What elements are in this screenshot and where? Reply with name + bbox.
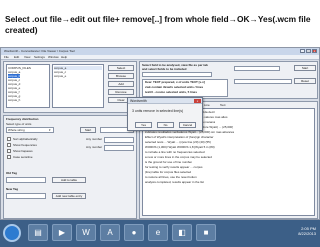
- dialog-title: Wordsmith: [130, 99, 147, 103]
- cancel-button[interactable]: Cancel: [179, 122, 196, 128]
- unit-type-label: Select type of units: [6, 122, 32, 126]
- menu-help[interactable]: Help: [61, 55, 67, 59]
- new-tag-label: New Tag: [6, 187, 19, 191]
- ie-glyph-icon: e: [155, 228, 161, 237]
- ie-icon[interactable]: e: [148, 224, 168, 241]
- unit-type-value: Whole string: [8, 128, 25, 132]
- field-input[interactable]: [142, 72, 212, 77]
- file-list[interactable]: corpus_a corpus_c corpus_e: [52, 64, 104, 108]
- reset-button[interactable]: Reset: [294, 78, 316, 84]
- file-tree[interactable]: CORPUS_FILES corpus_a corpus_b corpus_c …: [6, 64, 50, 108]
- caption-line-1: Select .out file→edit out file+ remove[.…: [5, 14, 311, 24]
- frequency-heading: Frequency distribution: [6, 117, 39, 121]
- remove-button[interactable]: Remove: [108, 89, 134, 95]
- menu-settings[interactable]: Settings: [34, 55, 45, 59]
- chevron-down-icon: ▾: [49, 128, 51, 132]
- confirm-dialog: Wordsmith x 3 units remove in selected l…: [127, 97, 203, 131]
- start-button[interactable]: [3, 224, 21, 242]
- old-tag-label: Old Tag: [6, 171, 17, 175]
- browse-button[interactable]: Browse: [108, 73, 134, 79]
- yes-button[interactable]: Yes: [135, 122, 152, 128]
- folder-glyph-icon: ▤: [34, 228, 42, 237]
- window-titlebar: Wordsmith - Concordancer: File Viewer / …: [1, 48, 319, 55]
- add-to-table-button[interactable]: Add to table: [52, 177, 86, 183]
- maximize-button[interactable]: □: [306, 49, 311, 53]
- caption-line-2: created): [5, 25, 38, 35]
- media-glyph-icon: ▶: [58, 228, 66, 237]
- add-table-entry-button[interactable]: Add new table entry: [52, 193, 86, 199]
- explorer-icon[interactable]: ◧: [172, 224, 192, 241]
- menu-edit[interactable]: Edit: [14, 55, 19, 59]
- file-selection-panel: CORPUS_FILES corpus_a corpus_b corpus_c …: [3, 61, 137, 113]
- dialog-titlebar: Wordsmith: [128, 98, 202, 104]
- add-button[interactable]: Add: [108, 81, 134, 87]
- clock-date: 8/22/2013: [298, 231, 316, 236]
- window-title: Wordsmith - Concordancer: File Viewer / …: [4, 49, 75, 53]
- menu-window[interactable]: Window: [48, 55, 59, 59]
- no-button[interactable]: No: [157, 122, 174, 128]
- explorer-glyph-icon: ◧: [178, 228, 186, 237]
- frequency-panel: Frequency distribution Select type of un…: [3, 115, 137, 219]
- new-tag-input[interactable]: [6, 193, 46, 199]
- menu-file[interactable]: File: [4, 55, 9, 59]
- acrobat-icon[interactable]: A: [100, 224, 120, 241]
- hapax-option-label: Show hapaxes: [13, 149, 33, 153]
- frequency-option-label: Show frequencies: [13, 143, 37, 147]
- sort-checkbox[interactable]: [7, 137, 11, 141]
- sort-option-label: Sort alphabetically: [13, 137, 38, 141]
- any-number-label: Any number: [86, 137, 103, 141]
- any-number-input-2[interactable]: [104, 145, 134, 151]
- case-checkbox[interactable]: [7, 155, 11, 159]
- file-preview: Kew: TEXT prepared, x of units TEXT [s.x…: [142, 79, 228, 97]
- word-glyph-icon: W: [82, 228, 90, 237]
- menu-bar: File Edit View Settings Window Help: [1, 55, 319, 60]
- firefox-icon[interactable]: ●: [124, 224, 144, 241]
- media-icon[interactable]: ▶: [52, 224, 72, 241]
- list-item[interactable]: analysis completed, results appear in th…: [145, 180, 204, 185]
- unit-type-select[interactable]: Whole string ▾: [6, 127, 54, 133]
- taskbar: ▤ ▶ W A ● e ◧ ■ 2:05 PM 8/22/2013: [0, 220, 320, 247]
- start-button[interactable]: Start: [80, 127, 96, 133]
- preview-line: text/3 - cosmo selected units, 5 lines: [145, 90, 198, 94]
- office-icon[interactable]: ■: [196, 224, 216, 241]
- close-button[interactable]: x: [312, 49, 317, 53]
- word-icon[interactable]: W: [76, 224, 96, 241]
- type-input[interactable]: [234, 66, 280, 71]
- top-start-button[interactable]: Start: [294, 65, 316, 71]
- column-text[interactable]: Text: [220, 103, 226, 107]
- field-select-sub: and select fields to be included: [142, 67, 187, 71]
- old-tag-input[interactable]: [6, 177, 46, 183]
- folder-icon[interactable]: ▤: [28, 224, 48, 241]
- app-screenshot: Wordsmith - Concordancer: File Viewer / …: [0, 47, 320, 220]
- frequency-checkbox[interactable]: [7, 143, 11, 147]
- any-number-label-2: Any number: [86, 145, 103, 149]
- minimize-button[interactable]: _: [300, 49, 305, 53]
- acrobat-glyph-icon: A: [107, 228, 113, 237]
- menu-view[interactable]: View: [24, 55, 30, 59]
- any-number-input[interactable]: [104, 137, 134, 143]
- column-line[interactable]: Line: [204, 103, 210, 107]
- office-glyph-icon: ■: [203, 228, 209, 237]
- system-clock[interactable]: 2:05 PM 8/22/2013: [298, 226, 316, 236]
- case-option-label: Case sensitive: [13, 155, 33, 159]
- dialog-close-icon[interactable]: x: [194, 99, 201, 103]
- field-select-panel: Select field to be analysed, view file a…: [139, 61, 318, 99]
- hapax-checkbox[interactable]: [7, 149, 11, 153]
- instruction-caption: Select .out file→edit out file+ remove[.…: [5, 14, 317, 36]
- file-list-item[interactable]: corpus_e: [54, 74, 66, 78]
- file-item[interactable]: corpus_h: [8, 98, 20, 102]
- firefox-glyph-icon: ●: [131, 228, 137, 237]
- dialog-message: 3 units remove in selected line(s): [132, 109, 184, 113]
- type-input-2[interactable]: [234, 79, 292, 84]
- select-button[interactable]: Select: [108, 65, 134, 71]
